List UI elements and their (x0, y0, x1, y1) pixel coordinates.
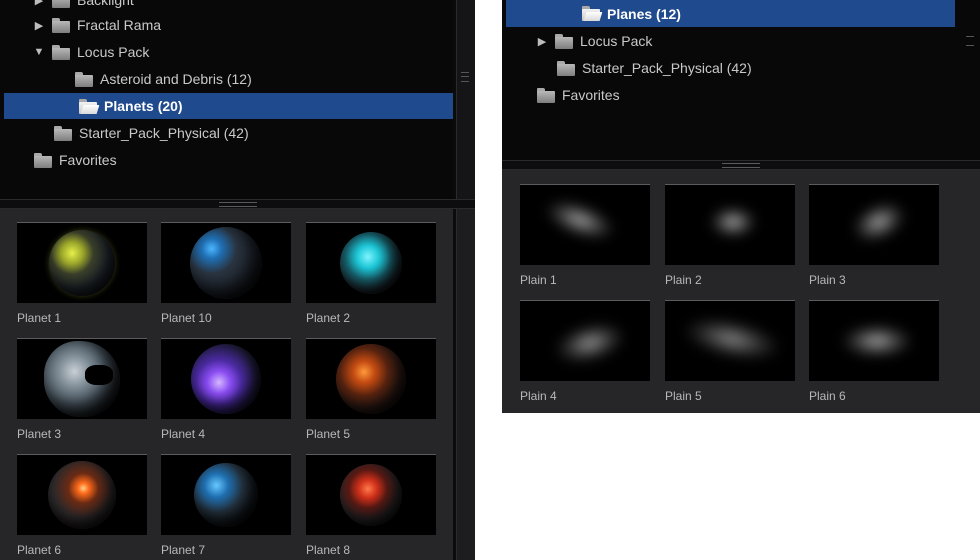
splitter-grip-icon[interactable] (722, 163, 760, 168)
tree-item-label: Asteroid and Debris (12) (100, 71, 252, 87)
tree-item-label: Locus Pack (77, 44, 150, 60)
thumbnail-planet-7[interactable]: Planet 7 (161, 454, 291, 557)
pane-splitter[interactable] (0, 199, 475, 209)
tree-item-starter-pack-physical[interactable]: Starter_Pack_Physical (42) (0, 120, 453, 146)
thumbnail-label: Plain 6 (809, 389, 846, 403)
tree-item-fractal-rama[interactable]: ▶ Fractal Rama (0, 12, 453, 38)
planet-yellow-icon (17, 222, 147, 303)
thumbnail-planet-4[interactable]: Planet 4 (161, 338, 291, 441)
expanded-arrow-icon[interactable]: ▼ (32, 46, 46, 58)
pane-splitter[interactable] (502, 160, 980, 170)
planet-blue-icon (161, 222, 291, 303)
thumbnail-label: Planet 8 (306, 543, 351, 557)
folder-icon (52, 17, 70, 33)
tree-item-label: Starter_Pack_Physical (42) (79, 125, 249, 141)
thumbnail-grid: Plain 1 Plain 2 Plain 3 Plain 4 Plain 5 (502, 170, 980, 413)
thumbnail-label: Planet 10 (161, 311, 212, 325)
tree-item-label: Planets (20) (104, 98, 183, 114)
thumbnail-plain-2[interactable]: Plain 2 (665, 184, 795, 287)
right-library-panel: Planes (12) ▶ Locus Pack Starter_Pack_Ph… (502, 0, 980, 413)
thumbnail-planet-10[interactable]: Planet 10 (161, 222, 291, 325)
tree-item-favorites[interactable]: Favorites (502, 82, 980, 108)
smoke-plane-icon (665, 300, 795, 381)
thumbnail-plain-1[interactable]: Plain 1 (520, 184, 650, 287)
tree-item-planets[interactable]: Planets (20) (4, 93, 453, 119)
folder-icon (75, 71, 93, 87)
left-library-panel: ▶ Backlight ▶ Fractal Rama ▼ Locus Pack … (0, 0, 475, 560)
folder-icon (557, 60, 575, 76)
planet-ice-icon (161, 454, 291, 535)
folder-icon (555, 33, 573, 49)
tree-item-label: Fractal Rama (77, 17, 162, 33)
open-folder-icon (79, 98, 100, 114)
thumbnail-planet-3[interactable]: Planet 3 (17, 338, 147, 441)
smoke-plane-icon (809, 300, 939, 381)
thumbnail-label: Plain 4 (520, 389, 557, 403)
planet-rocky-icon (17, 338, 147, 419)
thumbnail-planet-2[interactable]: Planet 2 (306, 222, 436, 325)
thumbnail-planet-5[interactable]: Planet 5 (306, 338, 436, 441)
planet-purple-icon (161, 338, 291, 419)
thumbnail-plain-5[interactable]: Plain 5 (665, 300, 795, 403)
thumbnail-label: Plain 5 (665, 389, 702, 403)
planet-lava-icon (306, 338, 436, 419)
smoke-plane-icon (520, 300, 650, 381)
tree-item-starter-pack-physical[interactable]: Starter_Pack_Physical (42) (502, 55, 980, 81)
thumbnail-label: Planet 6 (17, 543, 62, 557)
thumbnail-plain-4[interactable]: Plain 4 (520, 300, 650, 403)
planet-fire-core-icon (17, 454, 147, 535)
tree-item-locus-pack[interactable]: ▼ Locus Pack (0, 39, 453, 65)
tree-item-label: Favorites (562, 87, 620, 103)
smoke-plane-icon (520, 184, 650, 265)
tree-item-planes[interactable]: Planes (12) (506, 0, 955, 27)
tree-item-label: Planes (12) (607, 5, 681, 22)
tree-item-locus-pack[interactable]: ▶ Locus Pack (502, 28, 980, 54)
thumbnail-label: Plain 1 (520, 273, 557, 287)
folder-icon (54, 125, 72, 141)
tree-item-label: Backlight (77, 0, 134, 8)
thumbnail-planet-8[interactable]: Planet 8 (306, 454, 436, 557)
splitter-grip-icon[interactable] (218, 202, 257, 207)
folder-icon (34, 152, 52, 168)
planet-magma-icon (306, 454, 436, 535)
folder-icon (52, 0, 70, 8)
collapsed-arrow-icon[interactable]: ▶ (32, 0, 46, 7)
thumbnail-planet-6[interactable]: Planet 6 (17, 454, 147, 557)
tree-item-favorites[interactable]: Favorites (0, 147, 453, 173)
thumbnail-plain-6[interactable]: Plain 6 (809, 300, 939, 403)
tree-item-asteroid-and-debris[interactable]: Asteroid and Debris (12) (0, 66, 453, 92)
open-folder-icon (582, 6, 603, 21)
planet-cyan-icon (306, 222, 436, 303)
tree-item-label: Locus Pack (580, 33, 653, 49)
thumbnail-planet-1[interactable]: Planet 1 (17, 222, 147, 325)
tree-scroll-grip-icon[interactable] (966, 36, 974, 46)
thumbnail-plain-3[interactable]: Plain 3 (809, 184, 939, 287)
tree-scrollbar[interactable] (456, 0, 475, 200)
thumbnail-label: Planet 1 (17, 311, 62, 325)
thumbnail-label: Planet 5 (306, 427, 351, 441)
smoke-plane-icon (665, 184, 795, 265)
tree-item-label: Starter_Pack_Physical (42) (582, 60, 752, 76)
thumbnail-label: Planet 4 (161, 427, 206, 441)
folder-icon (52, 44, 70, 60)
smoke-plane-icon (809, 184, 939, 265)
thumbnail-label: Planet 2 (306, 311, 351, 325)
thumbnail-label: Planet 7 (161, 543, 206, 557)
collapsed-arrow-icon[interactable]: ▶ (32, 19, 46, 32)
left-folder-tree: ▶ Backlight ▶ Fractal Rama ▼ Locus Pack … (0, 0, 453, 200)
scroll-grip-icon[interactable] (461, 72, 469, 82)
collapsed-arrow-icon[interactable]: ▶ (535, 35, 549, 48)
thumbnail-label: Plain 2 (665, 273, 702, 287)
thumbnail-label: Planet 3 (17, 427, 62, 441)
thumbnail-grid: Planet 1 Planet 10 Planet 2 Planet 3 Pla… (0, 209, 453, 560)
tree-item-label: Favorites (59, 152, 117, 168)
right-folder-tree: Planes (12) ▶ Locus Pack Starter_Pack_Ph… (502, 0, 980, 160)
thumbnail-label: Plain 3 (809, 273, 846, 287)
grid-scrollbar[interactable] (456, 209, 475, 560)
folder-icon (537, 87, 555, 103)
